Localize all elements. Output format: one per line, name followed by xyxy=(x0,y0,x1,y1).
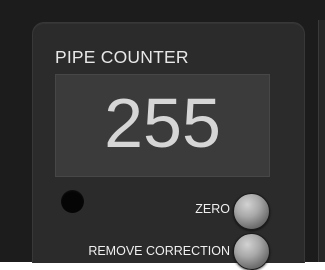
remove-correction-label: REMOVE CORRECTION xyxy=(88,244,230,258)
status-indicator-led xyxy=(61,190,84,213)
remove-correction-button[interactable] xyxy=(233,233,270,270)
adjacent-panel-edge xyxy=(318,20,325,262)
panel-title: PIPE COUNTER xyxy=(55,47,189,67)
counter-value: 255 xyxy=(104,84,221,162)
pipe-counter-panel: PIPE COUNTER 255 ZERO REMOVE CORRECTION xyxy=(32,22,305,270)
counter-display: 255 xyxy=(55,74,270,177)
zero-label: ZERO xyxy=(195,202,230,216)
zero-button[interactable] xyxy=(233,193,270,230)
